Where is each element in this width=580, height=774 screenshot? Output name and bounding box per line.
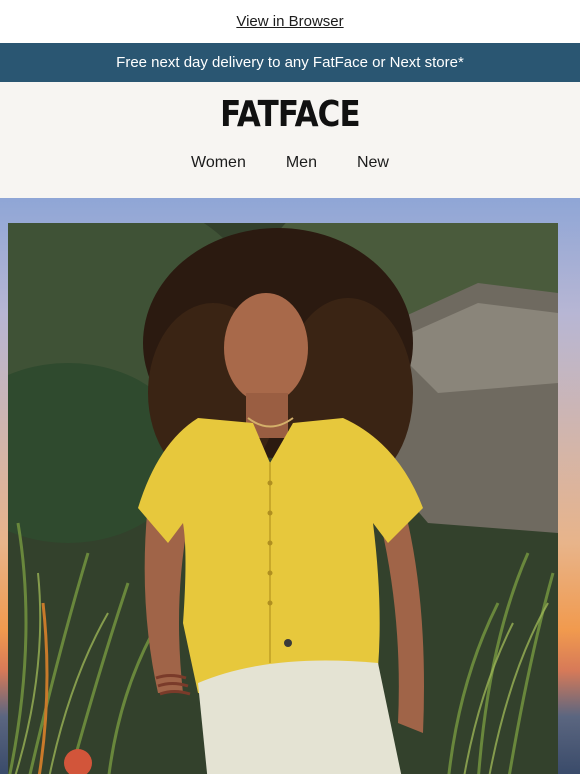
hero-background — [0, 198, 580, 774]
promo-text: Free next day delivery to any FatFace or… — [116, 54, 464, 71]
view-in-browser-bar: View in Browser — [0, 0, 580, 43]
main-nav: Women Men New — [0, 154, 580, 172]
hero-photo-illustration — [8, 223, 558, 774]
nav-item-men[interactable]: Men — [286, 154, 317, 172]
view-in-browser-link[interactable]: View in Browser — [236, 13, 343, 30]
logo[interactable]: FATFACE — [41, 94, 540, 135]
nav-item-women[interactable]: Women — [191, 154, 246, 172]
hero-image[interactable] — [8, 223, 558, 774]
header: FATFACE Women Men New — [0, 82, 580, 198]
nav-item-new[interactable]: New — [357, 154, 389, 172]
promo-banner[interactable]: Free next day delivery to any FatFace or… — [0, 43, 580, 82]
